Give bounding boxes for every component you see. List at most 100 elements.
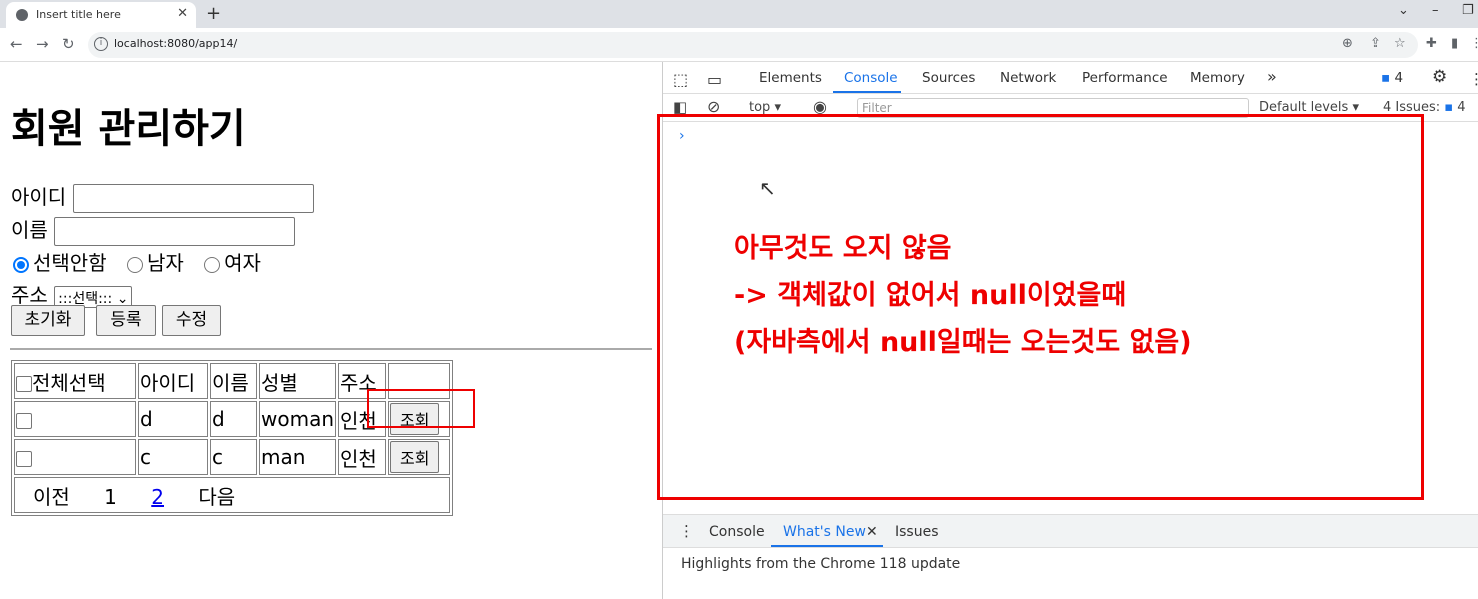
register-button[interactable]: 등록 — [96, 305, 156, 336]
extensions-icon[interactable]: ✚ — [1426, 36, 1437, 51]
next-link[interactable]: 다음 — [198, 485, 235, 509]
gender-label-male: 남자 — [146, 251, 184, 275]
drawer-tab-bar: ⋮ Console What's New ✕ Issues — [663, 514, 1478, 548]
header-id: 아이디 — [138, 363, 208, 399]
drawer-menu-icon[interactable]: ⋮ — [679, 522, 694, 540]
tab-console[interactable]: Console — [844, 70, 898, 86]
back-arrow-icon[interactable]: ← — [10, 35, 23, 53]
pagination: 이전 1 2 다음 — [14, 477, 451, 513]
pagination-row: 이전 1 2 다음 — [14, 477, 451, 513]
tab-title: Insert title here — [36, 8, 121, 21]
name-input[interactable] — [54, 217, 296, 246]
devtools-panel: ⬚ ▭ Elements Console Sources Network Per… — [657, 62, 1478, 599]
tab-network[interactable]: Network — [1000, 70, 1056, 86]
reload-icon[interactable]: ↻ — [62, 35, 75, 53]
web-page: 회원 관리하기 아이디 이름 선택안함 남자 여자 주소 :::선택::: ⌄ … — [0, 62, 662, 599]
context-selector[interactable]: top ▾ — [749, 100, 781, 115]
row-checkbox[interactable] — [16, 412, 32, 429]
cell-gender: woman — [259, 401, 337, 437]
page-link-2[interactable]: 2 — [151, 485, 164, 509]
active-tab-underline — [833, 91, 901, 93]
devtools-menu-icon[interactable]: ⋮ — [1469, 70, 1478, 88]
whats-new-headline: Highlights from the Chrome 118 update — [681, 556, 961, 572]
tab-close-icon[interactable]: ✕ — [177, 6, 188, 21]
drawer-tab-console[interactable]: Console — [709, 524, 765, 540]
tab-elements[interactable]: Elements — [759, 70, 822, 86]
url-text: localhost:8080/app14/ — [114, 37, 238, 50]
browser-toolbar: ← → ↻ i localhost:8080/app14/ ⊕ ⇪ ☆ ✚ ▮ … — [0, 28, 1478, 62]
cell-id: d — [138, 401, 208, 437]
reset-button[interactable]: 초기화 — [11, 305, 85, 336]
browser-tab-strip: Insert title here ✕ + ⌄ – ❐ — [0, 0, 1478, 28]
update-button[interactable]: 수정 — [162, 305, 221, 336]
restore-button[interactable]: ❐ — [1462, 3, 1474, 18]
drawer-tab-whats-new[interactable]: What's New — [783, 524, 866, 540]
tab-memory[interactable]: Memory — [1190, 70, 1245, 86]
gender-radio-female[interactable] — [204, 256, 221, 273]
drawer-active-underline — [771, 545, 883, 547]
zoom-icon[interactable]: ⊕ — [1342, 36, 1353, 51]
tab-search-icon[interactable]: ⌄ — [1398, 3, 1409, 18]
tab-sources[interactable]: Sources — [922, 70, 975, 86]
cell-name: d — [210, 401, 257, 437]
issues-counter[interactable]: 4 Issues: ▪ 4 — [1383, 100, 1466, 115]
header-gender: 성별 — [259, 363, 337, 399]
header-name: 이름 — [210, 363, 257, 399]
gender-label-female: 여자 — [224, 251, 261, 275]
annotation-box: 아무것도 오지 않음 -> 객체값이 없어서 null이었을때 (자바측에서 n… — [657, 114, 1424, 500]
highlight-box — [367, 389, 475, 428]
gender-row: 선택안함 남자 여자 — [11, 247, 261, 276]
gender-radio-none[interactable] — [13, 256, 29, 273]
new-tab-button[interactable]: + — [206, 3, 221, 24]
issues-icon: ▪ — [1444, 100, 1454, 115]
page-title: 회원 관리하기 — [11, 106, 246, 152]
devtools-tab-bar: ⬚ ▭ Elements Console Sources Network Per… — [663, 62, 1478, 94]
annotation-line-3: (자바측에서 null일때는 오는것도 없음) — [734, 327, 1192, 358]
member-table: 전체선택 아이디 이름 성별 주소 d d woman 인천 조회 c c ma… — [11, 360, 454, 516]
address-row: 주소 :::선택::: ⌄ — [11, 279, 133, 308]
message-count-badge[interactable]: ▪ 4 — [1381, 70, 1403, 86]
inspect-element-icon[interactable]: ⬚ — [673, 70, 688, 89]
forward-arrow-icon[interactable]: → — [36, 35, 49, 53]
cell-action: 조회 — [388, 439, 451, 475]
globe-icon — [16, 9, 28, 21]
annotation-line-2: -> 객체값이 없어서 null이었을때 — [734, 280, 1127, 311]
bookmark-star-icon[interactable]: ☆ — [1394, 36, 1406, 51]
drawer-tab-issues[interactable]: Issues — [895, 524, 939, 540]
info-icon[interactable]: i — [94, 37, 108, 51]
annotation-line-1: 아무것도 오지 않음 — [734, 233, 952, 264]
cell-name: c — [210, 439, 257, 475]
view-button[interactable]: 조회 — [390, 441, 440, 473]
name-row: 이름 — [11, 214, 296, 246]
gender-radio-male[interactable] — [126, 256, 143, 273]
drawer-close-icon[interactable]: ✕ — [866, 524, 878, 540]
address-bar[interactable]: i localhost:8080/app14/ ⊕ ⇪ ☆ — [88, 32, 1418, 58]
share-icon[interactable]: ⇪ — [1370, 36, 1381, 51]
id-label: 아이디 — [11, 185, 67, 209]
page-number-current: 1 — [104, 484, 117, 509]
name-label: 이름 — [11, 218, 48, 242]
address-label: 주소 — [11, 283, 48, 307]
row-checkbox[interactable] — [16, 450, 32, 467]
log-levels-dropdown[interactable]: Default levels ▾ — [1259, 100, 1359, 115]
device-toolbar-icon[interactable]: ▭ — [707, 70, 722, 89]
message-icon: ▪ — [1381, 70, 1391, 86]
cell-address: 인천 — [338, 439, 387, 475]
table-row: c c man 인천 조회 — [14, 439, 451, 475]
menu-icon[interactable]: ⋮ — [1470, 36, 1478, 51]
id-input[interactable] — [72, 184, 314, 213]
header-select-all: 전체선택 — [14, 363, 136, 399]
settings-gear-icon[interactable]: ⚙ — [1432, 67, 1447, 87]
row-checkbox-cell — [14, 439, 136, 475]
select-all-checkbox[interactable] — [16, 376, 32, 392]
cell-id: c — [138, 439, 208, 475]
minimize-button[interactable]: – — [1432, 3, 1439, 18]
browser-tab[interactable]: Insert title here ✕ — [6, 2, 196, 28]
tab-performance[interactable]: Performance — [1082, 70, 1168, 86]
prev-link[interactable]: 이전 — [33, 485, 70, 509]
gender-label-none: 선택안함 — [33, 251, 107, 275]
more-tabs-icon[interactable]: » — [1267, 67, 1277, 86]
cell-gender: man — [259, 439, 337, 475]
id-row: 아이디 — [11, 181, 314, 213]
side-panel-icon[interactable]: ▮ — [1451, 36, 1458, 51]
